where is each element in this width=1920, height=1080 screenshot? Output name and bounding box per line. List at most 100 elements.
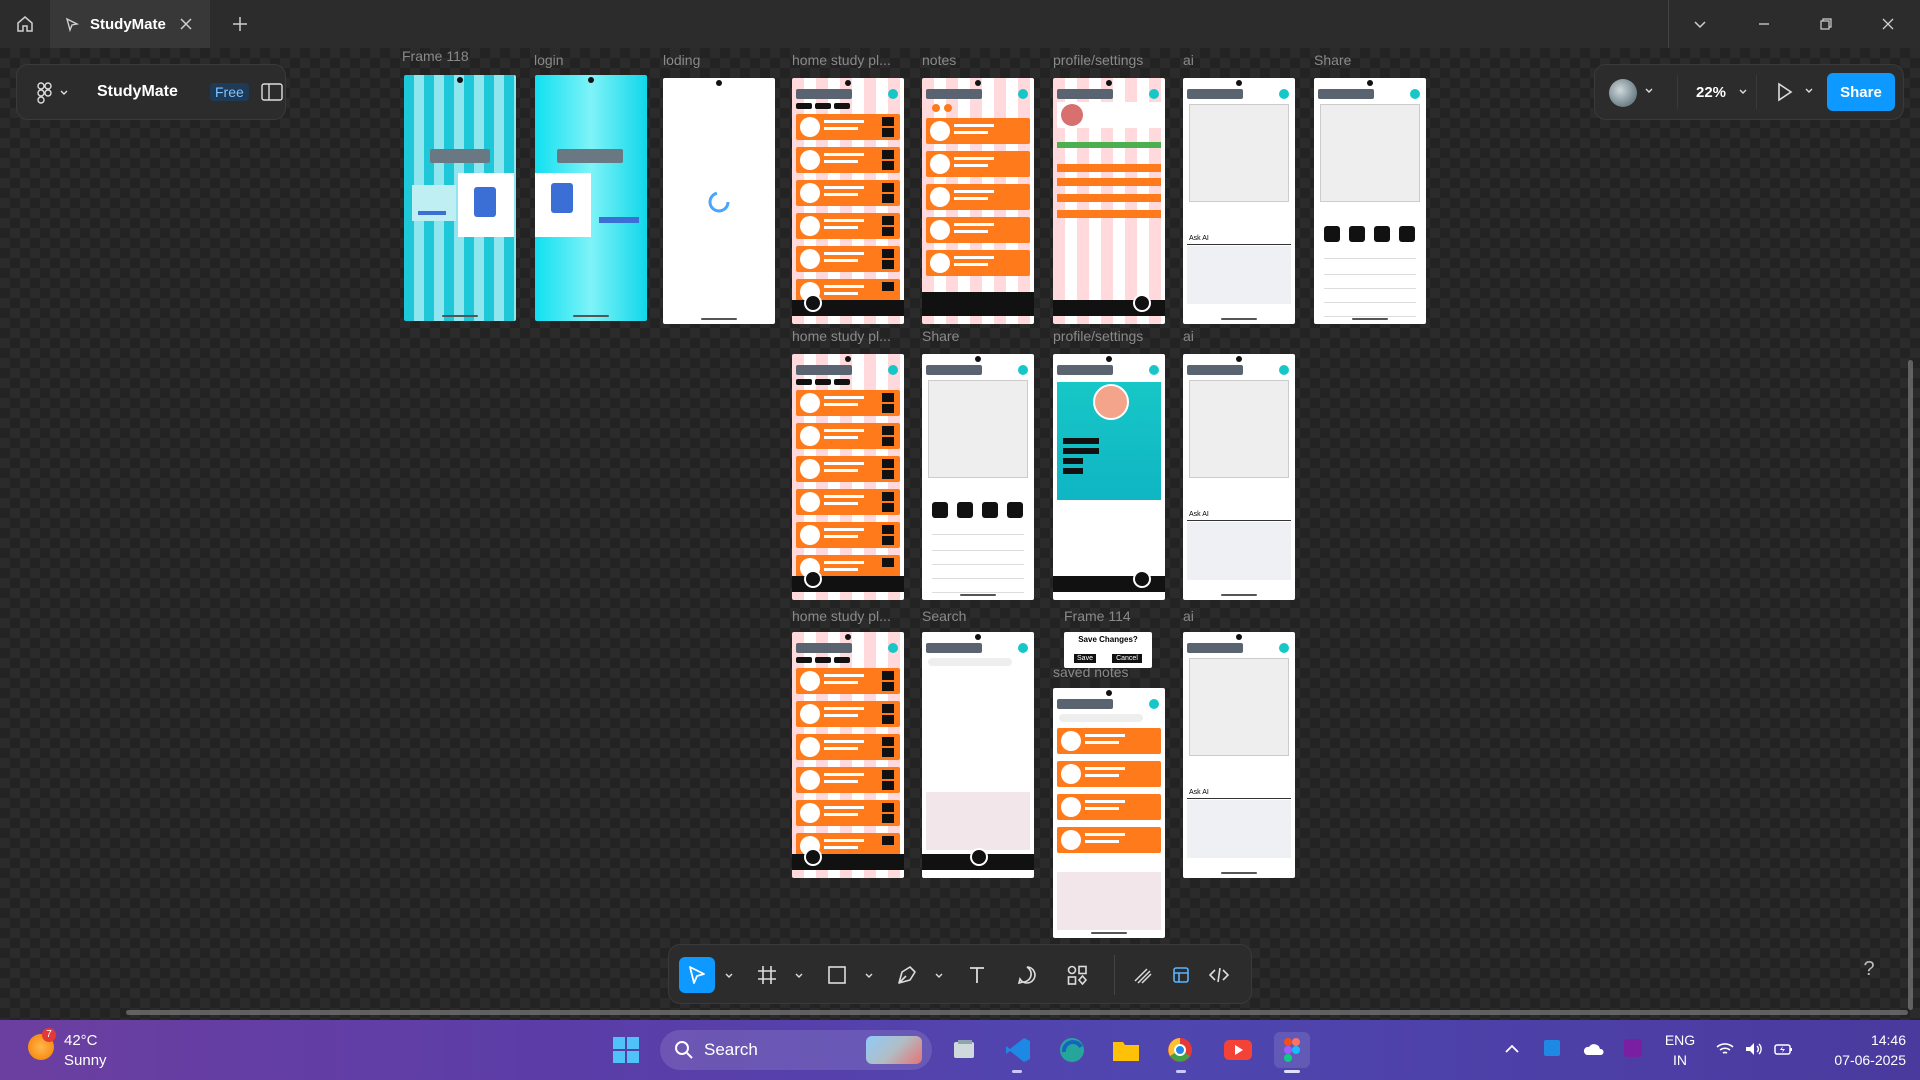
draw-mode-button[interactable] <box>1125 957 1161 993</box>
frame-label[interactable]: Share <box>922 328 959 344</box>
frame-label[interactable]: home study pl... <box>792 52 891 68</box>
zoom-level-dropdown[interactable]: 22% <box>1677 75 1757 109</box>
cancel-button[interactable]: Cancel <box>1112 654 1142 663</box>
restore-icon[interactable] <box>1814 12 1838 36</box>
pen-icon <box>898 966 916 984</box>
start-button[interactable] <box>608 1032 644 1068</box>
frame-ai[interactable]: Ask AI <box>1183 78 1295 324</box>
frame-label[interactable]: Share <box>1314 52 1351 68</box>
chrome-icon[interactable] <box>1162 1032 1198 1068</box>
frame-share[interactable] <box>922 354 1034 600</box>
horizontal-scrollbar[interactable] <box>126 1010 1908 1015</box>
comment-icon <box>1017 966 1036 985</box>
frame-notes[interactable] <box>922 78 1034 324</box>
dev-mode-button[interactable] <box>1201 957 1237 993</box>
close-window-icon[interactable] <box>1876 12 1900 36</box>
frame-home-study-plan[interactable] <box>792 354 904 600</box>
text-tool-button[interactable] <box>959 957 995 993</box>
clock-time[interactable]: 14:46 <box>1810 1032 1906 1048</box>
frame-signup[interactable] <box>404 75 516 321</box>
frame-label[interactable]: profile/settings <box>1053 52 1143 68</box>
figma-menu-button[interactable] <box>37 81 71 105</box>
task-view-icon[interactable] <box>946 1032 982 1068</box>
volume-icon[interactable] <box>1744 1041 1762 1057</box>
frame-label[interactable]: Search <box>922 608 966 624</box>
close-tab-icon[interactable] <box>176 14 196 34</box>
pen-tool-button[interactable] <box>889 957 925 993</box>
actions-tool-button[interactable] <box>1059 957 1095 993</box>
frame-ai[interactable]: Ask AI <box>1183 354 1295 600</box>
project-name[interactable]: StudyMate <box>97 83 178 101</box>
design-canvas[interactable]: Frame 118 login loding home study pl... … <box>0 48 1920 1020</box>
ask-ai-field[interactable]: Ask AI <box>1187 234 1291 245</box>
save-changes-dialog[interactable]: Save Changes? Save Cancel <box>1064 632 1152 668</box>
vscode-icon[interactable] <box>1000 1032 1036 1068</box>
ask-ai-field[interactable]: Ask AI <box>1187 510 1291 521</box>
frame-profile-settings[interactable] <box>1053 354 1165 600</box>
defender-icon[interactable] <box>1544 1040 1560 1056</box>
file-tab[interactable]: StudyMate <box>50 0 210 48</box>
frame-saved-notes[interactable] <box>1053 688 1165 938</box>
shape-tool-button[interactable] <box>819 957 855 993</box>
plan-badge[interactable]: Free <box>210 83 249 101</box>
edge-icon[interactable] <box>1054 1032 1090 1068</box>
frame-label[interactable]: loding <box>663 52 700 68</box>
frame-tool-button[interactable] <box>749 957 785 993</box>
frame-label[interactable]: ai <box>1183 328 1194 344</box>
frame-home-study-plan[interactable] <box>792 632 904 878</box>
chevron-down-icon[interactable] <box>1643 85 1655 97</box>
frame-share[interactable] <box>1314 78 1426 324</box>
vertical-scrollbar[interactable] <box>1908 360 1913 1010</box>
save-button[interactable]: Save <box>1074 654 1096 663</box>
present-play-icon[interactable] <box>1773 81 1795 103</box>
frame-search[interactable] <box>922 632 1034 878</box>
clock-date[interactable]: 07-06-2025 <box>1810 1052 1906 1068</box>
onenote-icon[interactable] <box>1624 1039 1642 1057</box>
frame-home-study-plan[interactable] <box>792 78 904 324</box>
avatar[interactable] <box>1609 79 1637 107</box>
file-explorer-icon[interactable] <box>1108 1032 1144 1068</box>
weather-condition: Sunny <box>64 1052 107 1069</box>
frame-label[interactable]: login <box>534 52 564 68</box>
tab-title: StudyMate <box>90 15 166 33</box>
design-mode-button[interactable] <box>1163 957 1199 993</box>
frame-label[interactable]: Frame 118 <box>402 48 469 64</box>
help-button[interactable]: ? <box>1858 958 1880 980</box>
frame-ai[interactable]: Ask AI <box>1183 632 1295 878</box>
chevron-down-icon[interactable] <box>934 971 944 981</box>
share-button[interactable]: Share <box>1827 73 1895 111</box>
weather-widget[interactable]: 7 42°C Sunny <box>28 1028 158 1072</box>
frame-label[interactable]: profile/settings <box>1053 328 1143 344</box>
move-tool-button[interactable] <box>679 957 715 993</box>
chevron-down-icon[interactable] <box>1803 85 1815 97</box>
battery-icon[interactable] <box>1774 1041 1794 1057</box>
frame-label[interactable]: ai <box>1183 52 1194 68</box>
language-indicator[interactable]: ENG <box>1660 1032 1700 1048</box>
chevron-down-icon[interactable] <box>794 971 804 981</box>
figma-app-icon[interactable] <box>1274 1032 1310 1068</box>
frame-loading[interactable] <box>663 78 775 324</box>
wifi-icon[interactable] <box>1716 1042 1734 1056</box>
ask-ai-field[interactable]: Ask AI <box>1187 788 1291 799</box>
youtube-icon[interactable] <box>1220 1032 1256 1068</box>
title-bar: StudyMate <box>0 0 1920 48</box>
frame-label[interactable]: Frame 114 <box>1064 608 1131 624</box>
taskbar-search-box[interactable]: Search <box>660 1030 932 1070</box>
comment-tool-button[interactable] <box>1009 957 1045 993</box>
frame-label[interactable]: home study pl... <box>792 608 891 624</box>
frame-label[interactable]: home study pl... <box>792 328 891 344</box>
onedrive-icon[interactable] <box>1582 1042 1604 1056</box>
region-indicator[interactable]: IN <box>1660 1052 1700 1068</box>
home-icon[interactable] <box>0 0 50 48</box>
frame-profile-settings[interactable] <box>1053 78 1165 324</box>
frame-login[interactable] <box>535 75 647 321</box>
chevron-up-icon[interactable] <box>1504 1042 1520 1056</box>
frame-label[interactable]: ai <box>1183 608 1194 624</box>
chevron-down-icon[interactable] <box>1688 12 1712 36</box>
chevron-down-icon[interactable] <box>724 971 734 981</box>
new-tab-icon[interactable] <box>228 12 252 36</box>
toggle-sidebar-icon[interactable] <box>261 83 283 103</box>
minimize-icon[interactable] <box>1752 12 1776 36</box>
frame-label[interactable]: notes <box>922 52 956 68</box>
chevron-down-icon[interactable] <box>864 971 874 981</box>
